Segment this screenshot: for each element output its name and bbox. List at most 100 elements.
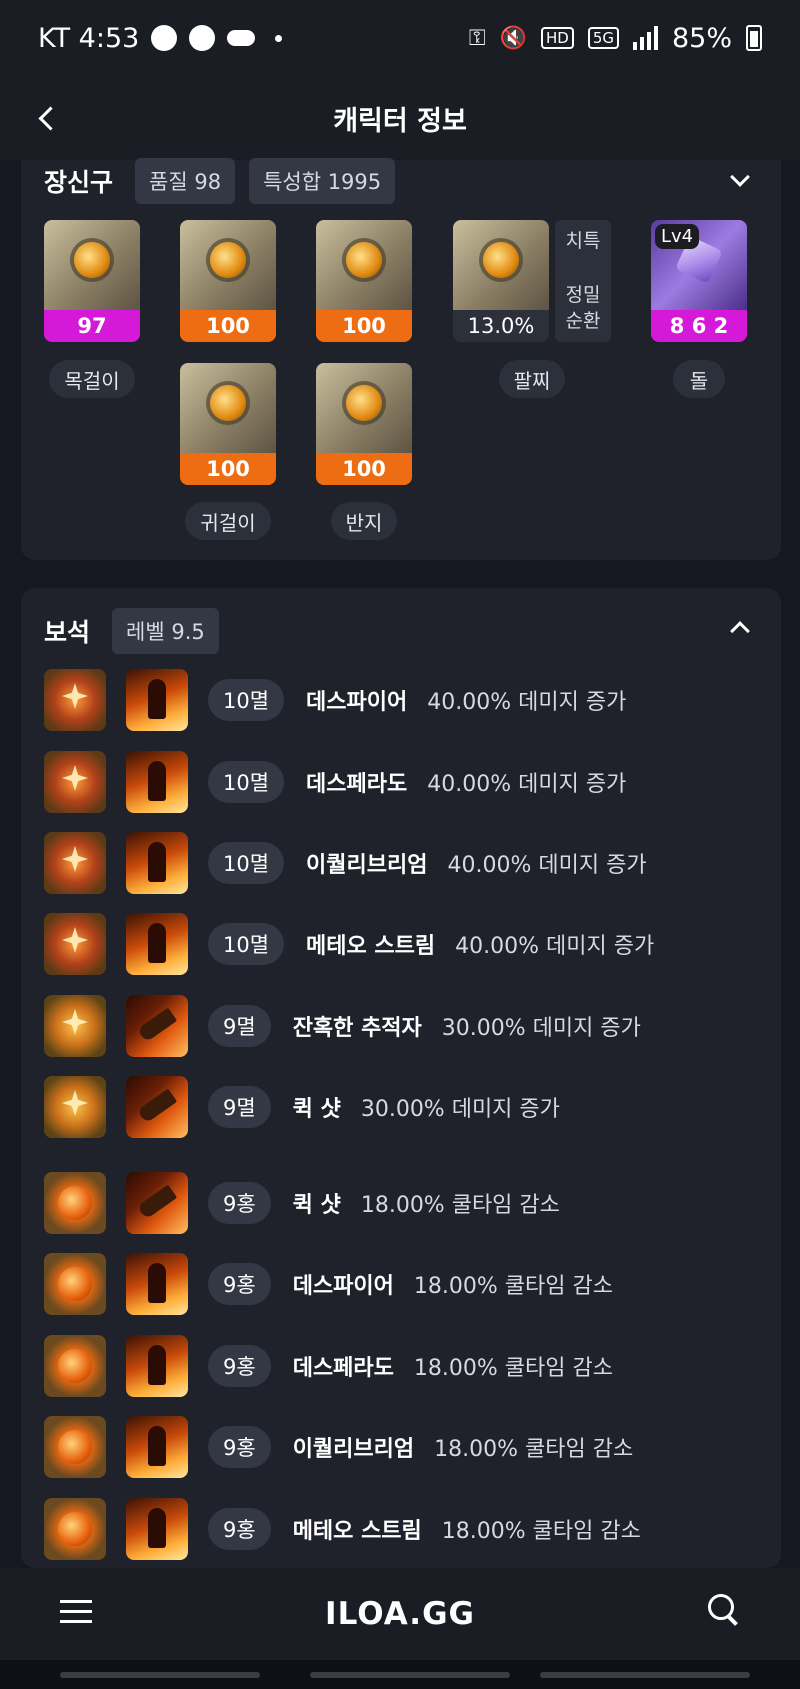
earring-tile[interactable]: 100	[180, 220, 276, 342]
shield-icon	[189, 25, 216, 51]
app-logo[interactable]: ILOA.GG	[325, 1596, 475, 1632]
bracelet-tile[interactable]: 13.0%	[453, 220, 549, 342]
gem-level-badge: 9홍	[208, 1263, 271, 1305]
ring-tile[interactable]: 100	[316, 363, 412, 485]
ring-quality: 100	[316, 453, 412, 485]
status-bar: KT 4:53 ⚿ 🔇 HD 5G 85%	[0, 0, 800, 76]
gem-level-badge: 10멸	[208, 679, 285, 721]
stone-label: 돌	[673, 360, 725, 398]
necklace-label: 목걸이	[49, 360, 135, 398]
skill-name: 데스파이어	[292, 1274, 394, 1299]
gem-row[interactable]: 10멸 데스파이어 40.00% 데미지 증가	[44, 669, 626, 731]
5g-icon: 5G	[587, 27, 619, 49]
gem-effect: 40.00% 데미지 증가	[447, 853, 647, 878]
collapse-chevron-icon[interactable]	[725, 166, 755, 196]
gem-level-chip: 레벨 9.5	[112, 608, 219, 654]
bottom-nav: ILOA.GG	[0, 1568, 800, 1660]
bracelet-stat: 정밀	[565, 284, 601, 306]
earring-image	[180, 363, 276, 453]
gem-row[interactable]: 9멸 퀵 샷 30.00% 데미지 증가	[44, 1076, 560, 1138]
skill-icon	[126, 995, 188, 1057]
battery-icon	[746, 25, 762, 51]
gem-level-badge: 9홍	[208, 1182, 271, 1224]
skill-name: 잔혹한 추적자	[292, 1016, 422, 1041]
ring-image	[316, 220, 412, 310]
gem-row[interactable]: 9멸 잔혹한 추적자 30.00% 데미지 증가	[44, 995, 641, 1057]
gem-row[interactable]: 9홍 퀵 샷 18.00% 쿨타임 감소	[44, 1172, 560, 1234]
skill-icon	[126, 832, 188, 894]
carrier-time: KT 4:53	[38, 22, 140, 54]
gem-level-badge: 10멸	[208, 923, 285, 965]
stone-tile[interactable]: Lv4 8 6 2	[651, 220, 747, 342]
key-icon: ⚿	[468, 25, 486, 51]
bracelet-stat: 순환	[565, 310, 601, 332]
skill-icon	[126, 1172, 188, 1234]
bracelet-value: 13.0%	[453, 310, 549, 342]
gem-icon	[44, 669, 106, 731]
earring-quality: 100	[180, 310, 276, 342]
bracelet-image	[453, 220, 549, 310]
bracelet-label: 팔찌	[499, 360, 565, 398]
gem-title: 보석	[44, 618, 91, 647]
gem-icon	[44, 1172, 106, 1234]
skill-icon	[126, 751, 188, 813]
collapse-chevron-icon[interactable]	[725, 612, 755, 642]
gem-effect: 40.00% 데미지 증가	[455, 934, 655, 959]
gem-level-badge: 10멸	[208, 761, 285, 803]
stat-sum-chip: 특성합 1995	[249, 158, 396, 204]
gem-row[interactable]: 9홍 데스파이어 18.00% 쿨타임 감소	[44, 1253, 613, 1315]
gem-header: 보석 레벨 9.5	[44, 608, 219, 654]
skill-name: 이퀄리브리엄	[292, 1437, 415, 1462]
gem-effect: 18.00% 쿨타임 감소	[441, 1519, 641, 1544]
gem-row[interactable]: 10멸 데스페라도 40.00% 데미지 증가	[44, 751, 626, 813]
menu-icon[interactable]	[60, 1600, 92, 1624]
necklace-quality: 97	[44, 310, 140, 342]
gem-row[interactable]: 9홍 이퀄리브리엄 18.00% 쿨타임 감소	[44, 1416, 633, 1478]
mute-icon: 🔇	[499, 25, 527, 51]
earring-label: 귀걸이	[185, 502, 271, 540]
skill-name: 데스파이어	[306, 690, 408, 715]
battery-percent: 85%	[671, 22, 732, 54]
stone-value: 8 6 2	[651, 310, 747, 342]
gem-icon	[44, 995, 106, 1057]
back-button[interactable]	[30, 98, 70, 138]
skill-name: 메테오 스트림	[292, 1519, 422, 1544]
gem-effect: 30.00% 데미지 증가	[441, 1016, 641, 1041]
bracelet-stat: 치특	[565, 230, 601, 252]
skill-icon	[126, 1416, 188, 1478]
gem-effect: 40.00% 데미지 증가	[427, 690, 627, 715]
gem-level-badge: 9홍	[208, 1508, 271, 1550]
skill-icon	[126, 1253, 188, 1315]
ring-tile[interactable]: 100	[316, 220, 412, 342]
gem-row[interactable]: 10멸 이퀄리브리엄 40.00% 데미지 증가	[44, 832, 647, 894]
gesture-bar	[0, 1660, 800, 1689]
gem-level-badge: 10멸	[208, 842, 285, 884]
skill-name: 이퀄리브리엄	[306, 853, 428, 878]
gem-row[interactable]: 10멸 메테오 스트림 40.00% 데미지 증가	[44, 913, 654, 975]
necklace-tile[interactable]: 97	[44, 220, 140, 342]
gem-icon	[44, 832, 106, 894]
skill-name: 데스페라도	[292, 1356, 394, 1381]
gem-row[interactable]: 9홍 데스페라도 18.00% 쿨타임 감소	[44, 1335, 613, 1397]
gem-level-badge: 9홍	[208, 1426, 271, 1468]
search-icon[interactable]	[706, 1592, 742, 1628]
earring-tile[interactable]: 100	[180, 363, 276, 485]
skill-icon	[126, 913, 188, 975]
gem-icon	[44, 1253, 106, 1315]
gem-row[interactable]: 9홍 메테오 스트림 18.00% 쿨타임 감소	[44, 1498, 641, 1560]
gem-icon	[44, 751, 106, 813]
accessory-title: 장신구	[44, 168, 114, 197]
notification-dot-icon	[275, 34, 283, 42]
gem-effect: 18.00% 쿨타임 감소	[434, 1437, 634, 1462]
skill-icon	[126, 669, 188, 731]
gem-icon	[44, 1416, 106, 1478]
earring-quality: 100	[180, 453, 276, 485]
bracelet-stats: 치특 정밀 순환	[555, 220, 611, 342]
earring-image	[180, 220, 276, 310]
gem-icon	[44, 1076, 106, 1138]
skill-name: 메테오 스트림	[306, 934, 436, 959]
signal-icon	[632, 26, 658, 50]
skill-name: 퀵 샷	[292, 1193, 341, 1218]
gem-effect: 18.00% 쿨타임 감소	[360, 1193, 560, 1218]
app-bar: 캐릭터 정보	[0, 76, 800, 160]
